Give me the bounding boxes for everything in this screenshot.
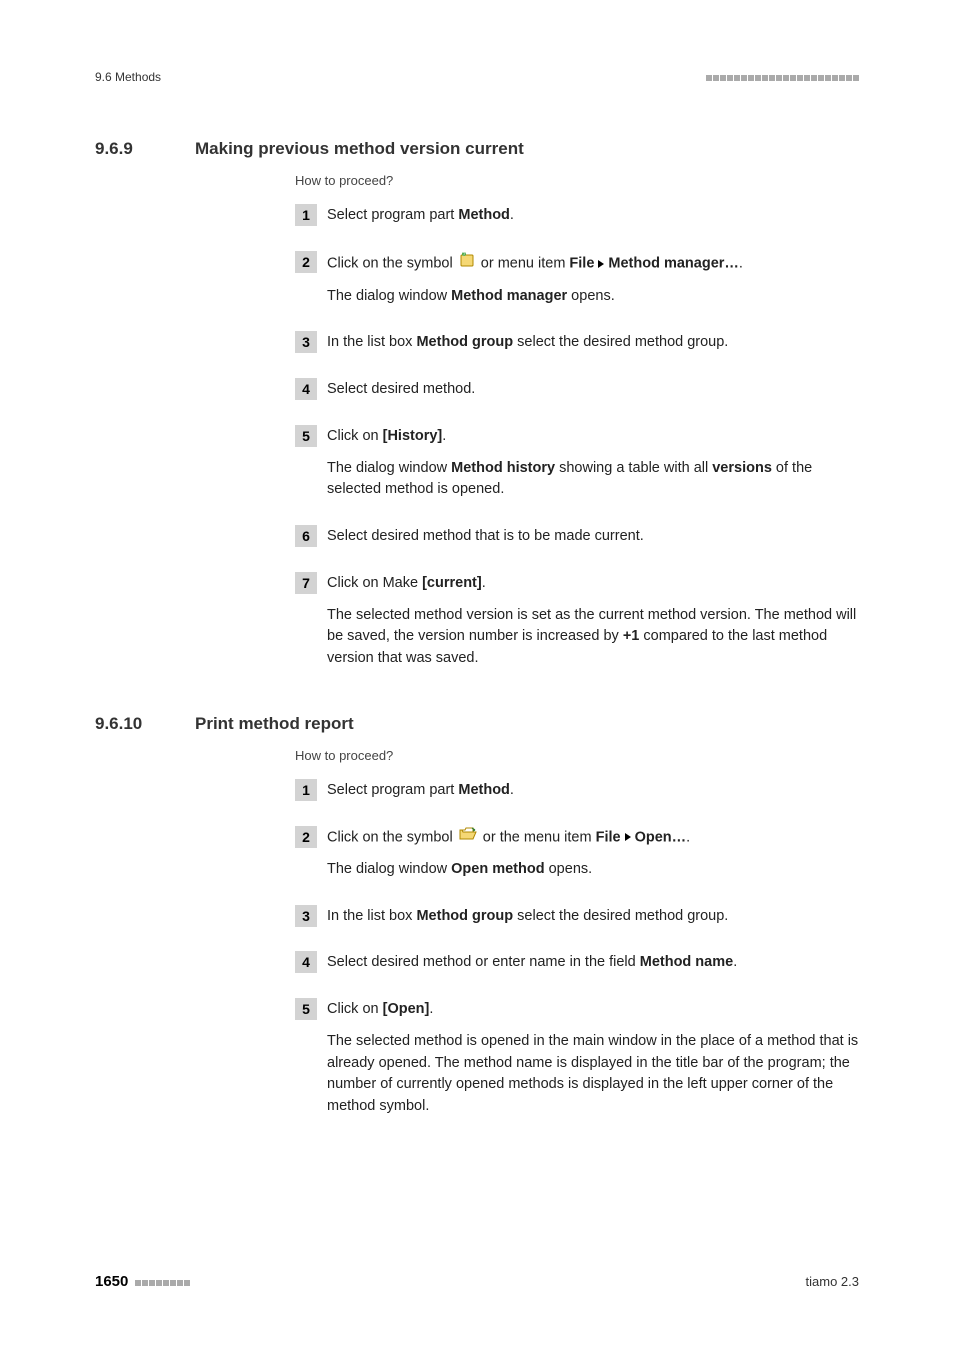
step-text: Select program part Method. [327, 779, 859, 802]
step-number: 6 [295, 525, 317, 547]
step-3: 3 In the list box Method group select th… [295, 905, 859, 928]
step-text: Select program part Method. [327, 204, 859, 227]
step-text: Click on [History]. The dialog window Me… [327, 425, 859, 501]
step-2: 2 Click on the symbol or the menu item F… [295, 826, 859, 881]
svg-text:?: ? [462, 252, 465, 258]
step-5: 5 Click on [History]. The dialog window … [295, 425, 859, 501]
header-decoration [705, 70, 859, 84]
step-4: 4 Select desired method or enter name in… [295, 951, 859, 974]
step-text: Click on the symbol or the menu item Fil… [327, 826, 859, 881]
step-6: 6 Select desired method that is to be ma… [295, 525, 859, 548]
section-heading-969: 9.6.9 Making previous method version cur… [95, 139, 859, 159]
page-header: 9.6 Methods [95, 70, 859, 84]
section-title: Making previous method version current [195, 139, 524, 159]
step-number: 2 [295, 826, 317, 848]
step-number: 4 [295, 951, 317, 973]
section-969-content: How to proceed? 1 Select program part Me… [295, 173, 859, 670]
step-number: 1 [295, 204, 317, 226]
step-number: 4 [295, 378, 317, 400]
step-1: 1 Select program part Method. [295, 779, 859, 802]
step-5: 5 Click on [Open]. The selected method i… [295, 998, 859, 1118]
step-text: In the list box Method group select the … [327, 905, 859, 928]
how-to-proceed-label: How to proceed? [295, 748, 859, 763]
step-text: Select desired method that is to be made… [327, 525, 859, 548]
step-number: 3 [295, 331, 317, 353]
step-number: 5 [295, 998, 317, 1020]
section-heading-9610: 9.6.10 Print method report [95, 714, 859, 734]
method-manager-icon: ? [459, 252, 475, 276]
step-number: 3 [295, 905, 317, 927]
footer-product-label: tiamo 2.3 [806, 1274, 859, 1289]
step-text: Click on [Open]. The selected method is … [327, 998, 859, 1118]
step-7: 7 Click on Make [current]. The selected … [295, 572, 859, 670]
step-4: 4 Select desired method. [295, 378, 859, 401]
how-to-proceed-label: How to proceed? [295, 173, 859, 188]
step-number: 1 [295, 779, 317, 801]
step-number: 2 [295, 251, 317, 273]
footer-left: 1650 [95, 1273, 190, 1290]
section-9610-content: How to proceed? 1 Select program part Me… [295, 748, 859, 1118]
step-text: Click on the symbol ? or menu item FileM… [327, 251, 859, 308]
step-2: 2 Click on the symbol ? or menu item Fil… [295, 251, 859, 308]
step-number: 7 [295, 572, 317, 594]
step-text: Select desired method or enter name in t… [327, 951, 859, 974]
section-number: 9.6.10 [95, 714, 195, 734]
menu-separator-icon [598, 260, 604, 268]
step-text: Click on Make [current]. The selected me… [327, 572, 859, 670]
section-number: 9.6.9 [95, 139, 195, 159]
step-text: In the list box Method group select the … [327, 331, 859, 354]
page-footer: 1650 tiamo 2.3 [95, 1273, 859, 1290]
step-3: 3 In the list box Method group select th… [295, 331, 859, 354]
menu-separator-icon [625, 833, 631, 841]
folder-open-icon [459, 827, 477, 849]
header-section-label: 9.6 Methods [95, 70, 161, 84]
step-text: Select desired method. [327, 378, 859, 401]
footer-decoration [134, 1274, 190, 1289]
step-1: 1 Select program part Method. [295, 204, 859, 227]
page-number: 1650 [95, 1273, 128, 1290]
section-title: Print method report [195, 714, 354, 734]
step-number: 5 [295, 425, 317, 447]
